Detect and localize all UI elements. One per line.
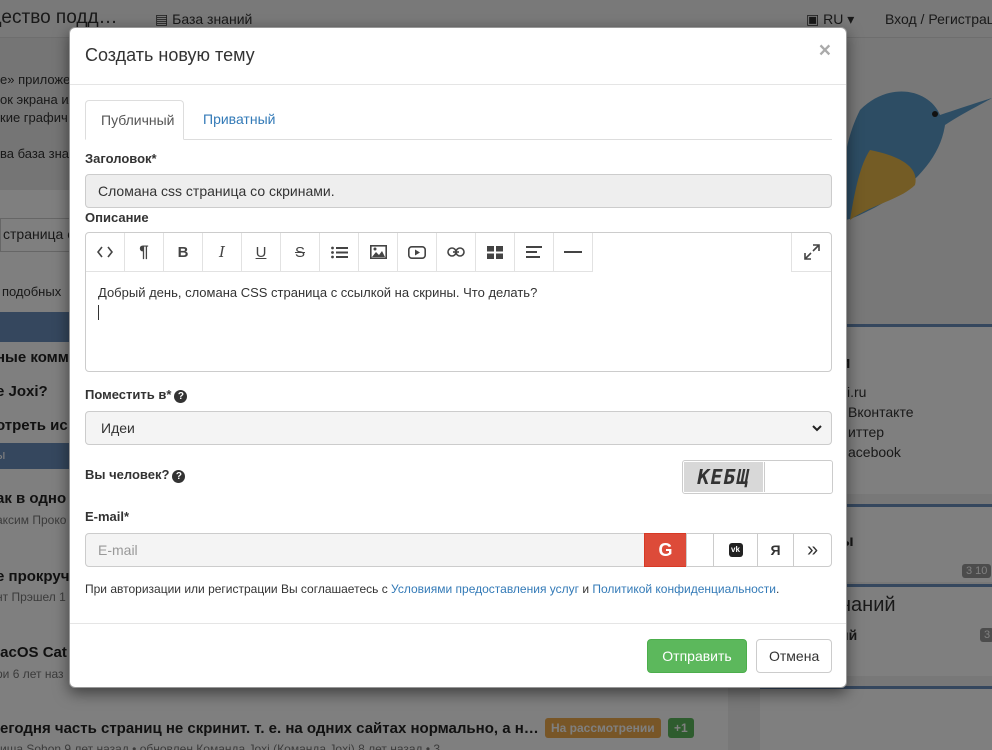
double-chevron-right-icon: » [806,538,819,561]
human-label-text: Вы человек? [85,467,170,482]
category-select[interactable]: Идеи [85,411,832,445]
cancel-button[interactable]: Отмена [756,639,832,673]
modal-title: Создать новую тему [85,45,255,65]
tab-public[interactable]: Публичный [85,100,184,140]
vk-icon: vk [728,543,743,557]
paragraph-icon[interactable]: ¶ [125,233,164,272]
email-label: E-mail* [85,509,130,524]
title-label: Заголовок* [85,151,157,166]
captcha-input[interactable] [764,462,832,492]
bold-icon[interactable]: B [164,233,203,272]
captcha-image[interactable]: КЕБЩ [684,462,763,492]
visibility-tabs: Публичный Приватный [85,100,832,140]
email-group: E-mail G vk Я » [85,533,832,567]
create-topic-modal: Создать новую тему × Публичный Приватный… [69,27,847,688]
description-text[interactable]: Добрый день, сломана CSS страница с ссыл… [98,285,537,300]
captcha-widget: КЕБЩ [682,460,833,494]
strikethrough-icon[interactable]: S [281,233,320,272]
google-login-button[interactable]: G [644,533,687,567]
close-icon[interactable]: × [819,40,831,61]
social-login-button[interactable] [686,533,714,567]
yandex-icon: Я [770,542,781,558]
horizontal-rule-icon[interactable] [554,233,593,272]
image-icon[interactable] [359,233,398,272]
terms-prefix: При авторизации или регистрации Вы согла… [85,582,392,596]
editor-toolbar: ¶ B I U S [86,233,831,272]
terms-of-service-link[interactable]: Условиями предоставления услуг [391,582,579,596]
terms-suffix: . [776,582,780,596]
privacy-policy-link[interactable]: Политикой конфиденциальности [592,582,776,596]
email-field[interactable]: E-mail [85,533,645,567]
video-icon[interactable] [398,233,437,272]
modal-header: Создать новую тему × [70,28,846,85]
underline-icon[interactable]: U [242,233,281,272]
vk-login-button[interactable]: vk [713,533,758,567]
place-label: Поместить в*? [85,387,188,403]
list-icon[interactable] [320,233,359,272]
code-icon[interactable] [86,233,125,272]
yandex-login-button[interactable]: Я [757,533,794,567]
fullscreen-icon[interactable] [791,233,831,272]
description-editor: ¶ B I U S Добрый день, сломана CSS стран… [85,232,832,372]
table-icon[interactable] [476,233,515,272]
terms-text: При авторизации или регистрации Вы согла… [85,582,779,596]
text-caret [98,305,99,320]
category-select-value: Идеи [101,420,135,436]
align-icon[interactable] [515,233,554,272]
place-label-text: Поместить в* [85,387,172,402]
title-input[interactable]: Сломана css страница со скринами. [85,174,832,208]
modal-footer: Отправить Отмена [70,623,846,687]
human-label: Вы человек?? [85,467,186,483]
question-icon[interactable]: ? [174,390,188,403]
description-label: Описание [85,210,149,225]
tab-private[interactable]: Приватный [188,100,290,140]
link-icon[interactable] [437,233,476,272]
terms-and: и [579,582,593,596]
italic-icon[interactable]: I [203,233,242,272]
submit-button[interactable]: Отправить [647,639,747,673]
question-icon[interactable]: ? [172,470,186,483]
chevron-down-icon [812,425,822,432]
more-logins-button[interactable]: » [793,533,832,567]
google-icon: G [658,539,673,560]
